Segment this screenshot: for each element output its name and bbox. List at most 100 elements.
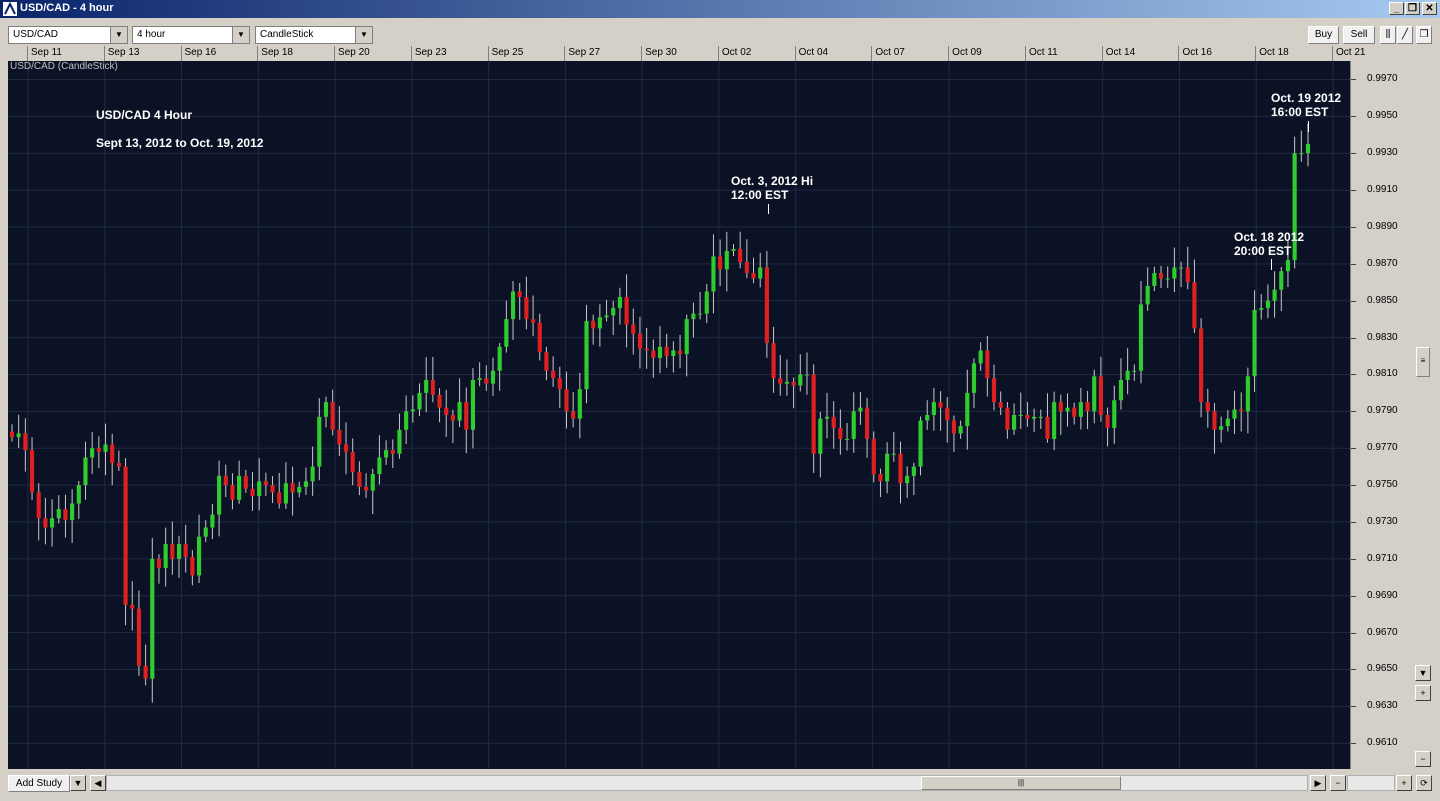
- candle-up: [704, 291, 709, 314]
- price-tick-mark: [1351, 337, 1356, 339]
- candle-down: [136, 608, 141, 666]
- chart-subtitle: Sept 13, 2012 to Oct. 19, 2012: [96, 136, 264, 150]
- candle-up: [798, 374, 803, 386]
- detach-window-button[interactable]: ❐: [1416, 26, 1432, 44]
- candle-down: [437, 394, 442, 408]
- candle-down: [631, 324, 636, 334]
- scroll-left-button[interactable]: ◀: [90, 775, 106, 791]
- zoom-out-button[interactable]: −: [1415, 751, 1431, 767]
- candle-down: [751, 273, 756, 279]
- candle-down: [1185, 267, 1190, 283]
- candle-down: [1058, 402, 1063, 412]
- candle-up: [257, 481, 262, 497]
- candle-up: [283, 483, 288, 504]
- chevron-down-icon[interactable]: ▼: [232, 27, 249, 43]
- candle-down: [363, 486, 369, 491]
- candle-up: [210, 514, 215, 528]
- bar-chart-tool-button[interactable]: ⫼: [1380, 26, 1396, 44]
- price-tick-label: 0.9610: [1367, 737, 1398, 749]
- restore-button[interactable]: ❐: [1405, 2, 1420, 15]
- minus-icon: −: [1420, 754, 1426, 764]
- time-zoom-in-button[interactable]: +: [1396, 775, 1412, 791]
- candle-up: [1092, 376, 1097, 412]
- timeframe-select[interactable]: 4 hour ▼: [132, 26, 250, 44]
- candle-up: [804, 374, 810, 376]
- chevron-down-icon[interactable]: ▼: [355, 27, 372, 43]
- price-axis: 0.9970 0.9950 0.9930 0.9910 0.9890 0.9870 0.98…: [1350, 61, 1413, 769]
- candle-down: [551, 370, 556, 379]
- chart-style-select[interactable]: CandleStick ▼: [255, 26, 373, 44]
- candle-down: [263, 481, 268, 486]
- candle-up: [56, 509, 61, 519]
- candle-up: [784, 381, 789, 384]
- candle-down: [1098, 376, 1103, 415]
- candle-up: [724, 250, 729, 270]
- date-tick-label: Sep 18: [261, 47, 293, 58]
- scroll-right-button[interactable]: ▶: [1310, 775, 1326, 791]
- candle-up: [90, 448, 95, 458]
- vertical-scroll-thumb[interactable]: ≡: [1416, 347, 1430, 377]
- annotation-oct19-line2: 16:00 EST: [1271, 105, 1329, 119]
- candle-up: [310, 466, 315, 482]
- candle-up: [150, 558, 155, 679]
- vertical-scrollbar[interactable]: ≡ ▼ + −: [1414, 61, 1432, 769]
- candle-up: [958, 426, 963, 434]
- date-tick-label: Sep 11: [31, 47, 62, 58]
- annotation-oct19: Oct. 19 2012 16:00 EST: [1271, 91, 1341, 119]
- date-tick-mark: [410, 46, 412, 61]
- candle-down: [390, 450, 395, 454]
- price-tick-label: 0.9770: [1367, 442, 1398, 454]
- candle-up: [971, 363, 977, 393]
- candle-up: [617, 297, 622, 309]
- price-tick-label: 0.9650: [1367, 663, 1398, 675]
- date-tick-mark: [1178, 46, 1180, 61]
- buy-button[interactable]: Buy: [1308, 26, 1339, 44]
- date-tick-label: Sep 20: [338, 47, 370, 58]
- price-tick-mark: [1351, 79, 1356, 81]
- candle-down: [564, 389, 569, 412]
- chart-style-value: CandleStick: [260, 29, 314, 40]
- candle-down: [791, 381, 796, 386]
- chart-plot-area[interactable]: [8, 61, 1350, 769]
- price-tick-label: 0.9810: [1367, 368, 1398, 380]
- candle-down: [1192, 282, 1197, 329]
- candle-down: [1005, 407, 1010, 430]
- candle-up: [1018, 415, 1023, 416]
- price-tick-label: 0.9930: [1367, 147, 1398, 159]
- candle-up: [1279, 271, 1284, 290]
- candle-down: [557, 378, 562, 390]
- chevron-down-icon[interactable]: ▼: [110, 27, 127, 43]
- date-tick-label: Oct 11: [1028, 47, 1058, 58]
- refresh-button[interactable]: ⟳: [1416, 775, 1432, 791]
- time-zoom-out-button[interactable]: −: [1330, 775, 1346, 791]
- candle-up: [691, 313, 696, 320]
- annotation-oct18-line1: Oct. 18 2012: [1234, 230, 1305, 244]
- scroll-down-button[interactable]: ▼: [1415, 665, 1431, 681]
- zoom-in-button[interactable]: +: [1415, 685, 1431, 701]
- symbol-select[interactable]: USD/CAD ▼: [8, 26, 128, 44]
- add-study-dropdown[interactable]: ▼: [70, 775, 86, 791]
- candle-down: [110, 444, 115, 463]
- minimize-button[interactable]: _: [1389, 2, 1404, 15]
- add-study-button[interactable]: Add Study: [8, 775, 70, 792]
- candle-up: [16, 433, 21, 438]
- candle-up: [1052, 402, 1057, 439]
- candle-down: [878, 474, 883, 482]
- candle-down: [531, 319, 536, 323]
- candle-down: [290, 483, 295, 493]
- close-button[interactable]: ✕: [1422, 2, 1437, 15]
- candle-down: [43, 518, 48, 528]
- candle-up: [1245, 376, 1250, 412]
- price-tick-label: 0.9690: [1367, 589, 1398, 601]
- candle-up: [698, 313, 703, 315]
- candle-down: [778, 378, 783, 384]
- sell-button[interactable]: Sell: [1343, 26, 1375, 44]
- date-tick-mark: [1024, 46, 1026, 61]
- candle-down: [223, 475, 228, 486]
- candle-down: [430, 379, 435, 395]
- candle-up: [1172, 267, 1177, 279]
- time-zoom-slider[interactable]: [1347, 775, 1395, 791]
- horizontal-scrollbar[interactable]: |||: [106, 775, 1308, 791]
- draw-line-tool-button[interactable]: ╱: [1397, 26, 1413, 44]
- horizontal-scroll-thumb[interactable]: |||: [921, 776, 1121, 790]
